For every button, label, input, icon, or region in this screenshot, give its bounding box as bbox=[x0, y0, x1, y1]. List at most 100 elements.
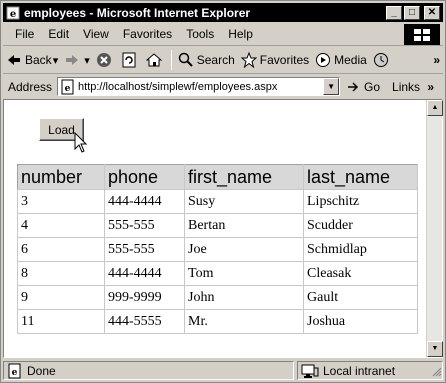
cell-phone: 999-9999 bbox=[104, 285, 185, 310]
status-zone: Local intranet bbox=[297, 361, 443, 380]
links-more-icon: » bbox=[427, 79, 435, 94]
forward-arrow-icon bbox=[66, 55, 79, 65]
svg-text:e: e bbox=[12, 368, 18, 378]
address-dropdown-icon[interactable]: ▼ bbox=[323, 78, 340, 95]
table-row: 9 999-9999 John Gault bbox=[17, 285, 418, 310]
back-dropdown-icon[interactable]: ▾ bbox=[53, 54, 59, 67]
history-button[interactable] bbox=[370, 49, 395, 71]
url-input[interactable] bbox=[78, 78, 319, 95]
search-button[interactable]: Search bbox=[175, 49, 238, 71]
media-icon bbox=[316, 53, 331, 67]
menu-bar: File Edit View Favorites Tools Help bbox=[3, 23, 443, 46]
page-icon: e bbox=[61, 79, 74, 94]
intranet-zone-icon bbox=[301, 364, 319, 378]
minimize-button[interactable]: _ bbox=[386, 5, 402, 20]
go-arrow-icon bbox=[348, 81, 359, 92]
menu-tools[interactable]: Tools bbox=[179, 27, 221, 41]
cell-last-name: Scudder bbox=[303, 213, 418, 238]
toolbar-more-button[interactable]: » bbox=[430, 49, 443, 71]
status-bar: e Done Local intranet bbox=[3, 360, 443, 381]
cell-number: 8 bbox=[17, 261, 105, 286]
refresh-button[interactable] bbox=[118, 49, 143, 71]
cell-first-name: Joe bbox=[184, 237, 304, 262]
cell-last-name: Cleasak bbox=[303, 261, 418, 286]
forward-button[interactable]: ▾ bbox=[61, 49, 93, 71]
favorites-label: Favorites bbox=[259, 53, 310, 67]
go-label: Go bbox=[364, 79, 381, 94]
links-button[interactable]: Links » bbox=[392, 80, 434, 94]
table-row: 6 555-555 Joe Schmidlap bbox=[17, 237, 418, 262]
menu-help[interactable]: Help bbox=[221, 27, 260, 41]
menu-edit[interactable]: Edit bbox=[41, 27, 76, 41]
cell-last-name: Joshua bbox=[303, 309, 418, 334]
address-label: Address bbox=[8, 79, 53, 94]
svg-text:e: e bbox=[10, 9, 16, 20]
cell-phone: 555-555 bbox=[104, 237, 185, 262]
windows-logo-icon bbox=[404, 24, 440, 45]
media-label: Media bbox=[334, 53, 367, 67]
cell-first-name: Susy bbox=[184, 189, 304, 214]
cell-last-name: Gault bbox=[303, 285, 418, 310]
cell-last-name: Lipschitz bbox=[303, 189, 418, 214]
back-label: Back bbox=[25, 53, 52, 67]
employees-table: number phone first_name last_name 3 444-… bbox=[17, 164, 418, 334]
back-arrow-icon bbox=[8, 55, 20, 65]
refresh-icon bbox=[122, 52, 136, 68]
zone-text: Local intranet bbox=[323, 363, 396, 378]
toolbar-separator bbox=[170, 50, 172, 70]
maximize-button[interactable]: □ bbox=[404, 5, 420, 20]
address-bar: Address e ▼ Go Links » bbox=[3, 75, 443, 98]
menu-view[interactable]: View bbox=[76, 27, 116, 41]
scroll-up-icon[interactable]: ▲ bbox=[427, 100, 443, 116]
status-main: e Done bbox=[3, 361, 294, 380]
cell-first-name: Mr. bbox=[184, 309, 304, 334]
close-button[interactable]: ✕ bbox=[424, 5, 440, 20]
table-row: 4 555-555 Bertan Scudder bbox=[17, 213, 418, 238]
table-row: 11 444-5555 Mr. Joshua bbox=[17, 309, 418, 334]
cell-number: 9 bbox=[17, 285, 105, 310]
home-button[interactable] bbox=[143, 49, 168, 71]
media-button[interactable]: Media bbox=[312, 49, 370, 71]
column-header-phone: phone bbox=[104, 164, 185, 190]
column-header-last-name: last_name bbox=[303, 164, 418, 190]
stop-icon bbox=[96, 53, 111, 67]
page-done-icon: e bbox=[8, 363, 21, 378]
ie-page-icon: e bbox=[5, 5, 21, 21]
cell-first-name: Tom bbox=[184, 261, 304, 286]
vertical-scrollbar[interactable]: ▲ ▼ bbox=[426, 100, 443, 357]
home-icon bbox=[145, 53, 162, 67]
cell-last-name: Schmidlap bbox=[303, 237, 418, 262]
search-icon bbox=[178, 52, 193, 67]
history-icon bbox=[373, 53, 388, 67]
favorites-star-icon bbox=[240, 52, 257, 68]
address-field[interactable]: e ▼ bbox=[57, 77, 341, 96]
status-text: Done bbox=[27, 363, 56, 378]
search-label: Search bbox=[196, 53, 235, 67]
title-bar[interactable]: e employees - Microsoft Internet Explore… bbox=[3, 3, 443, 22]
forward-dropdown-icon[interactable]: ▾ bbox=[84, 54, 90, 67]
svg-text:e: e bbox=[65, 84, 71, 94]
menu-favorites[interactable]: Favorites bbox=[116, 27, 179, 41]
links-label: Links bbox=[392, 79, 421, 94]
back-button[interactable]: Back ▾ bbox=[3, 49, 61, 71]
scroll-down-icon[interactable]: ▼ bbox=[427, 341, 443, 357]
cell-number: 11 bbox=[17, 309, 105, 334]
go-button[interactable]: Go bbox=[346, 80, 380, 94]
cell-phone: 555-555 bbox=[104, 213, 185, 238]
table-header-row: number phone first_name last_name bbox=[17, 164, 418, 190]
column-header-number: number bbox=[17, 164, 105, 190]
page-viewport: Load number phone first_name last_name 3… bbox=[3, 99, 443, 358]
cell-phone: 444-5555 bbox=[104, 309, 185, 334]
standard-toolbar: Back ▾ ▾ Search Favorites Media » bbox=[3, 47, 443, 74]
cell-first-name: Bertan bbox=[184, 213, 304, 238]
table-row: 3 444-4444 Susy Lipschitz bbox=[17, 189, 418, 214]
menu-file[interactable]: File bbox=[3, 27, 41, 41]
stop-button[interactable] bbox=[93, 49, 118, 71]
cell-number: 4 bbox=[17, 213, 105, 238]
cell-number: 6 bbox=[17, 237, 105, 262]
resize-grip-icon[interactable] bbox=[430, 365, 442, 377]
column-header-first-name: first_name bbox=[184, 164, 304, 190]
cell-phone: 444-4444 bbox=[104, 261, 185, 286]
mouse-pointer-icon bbox=[74, 132, 88, 153]
favorites-button[interactable]: Favorites bbox=[238, 49, 312, 71]
